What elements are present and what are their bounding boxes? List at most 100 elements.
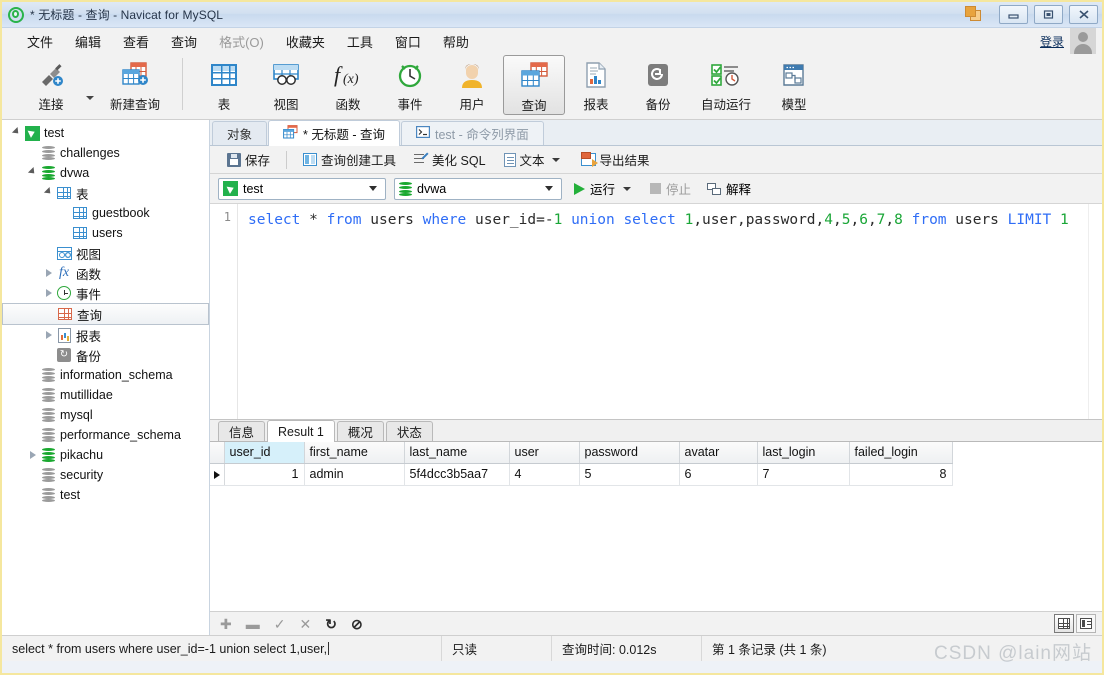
tree-item--[interactable]: 事件	[2, 283, 209, 303]
tree-item--[interactable]: ↻ 备份	[2, 345, 209, 365]
refresh-icon[interactable]: ↻	[325, 617, 337, 631]
tree-item-test[interactable]: test	[2, 123, 209, 143]
tree-item-users[interactable]: users	[2, 223, 209, 243]
chevron-down-icon[interactable]	[541, 186, 557, 191]
toolbar-query[interactable]: 查询	[503, 55, 565, 115]
menu-item-help[interactable]: 帮助	[432, 29, 480, 54]
cell-user[interactable]: 4	[509, 463, 580, 486]
database-select[interactable]: dvwa	[394, 177, 562, 200]
tree-item-challenges[interactable]: challenges	[2, 143, 209, 163]
toolbar-connection[interactable]: 连接	[20, 54, 82, 113]
tree-item--[interactable]: fx 函数	[2, 263, 209, 283]
beautify-sql-button[interactable]: 美化 SQL	[407, 147, 493, 172]
no-entry-icon[interactable]: ⊘	[351, 617, 363, 631]
tree-item-performance_schema[interactable]: performance_schema	[2, 425, 209, 445]
tree-expander-icon[interactable]	[10, 129, 23, 137]
tree-item-information_schema[interactable]: information_schema	[2, 365, 209, 385]
tree-expander-icon[interactable]	[42, 289, 55, 297]
run-button[interactable]: 运行	[570, 177, 638, 200]
toolbar-view[interactable]: 视图	[255, 54, 317, 113]
cell-failed_login[interactable]: 8	[849, 463, 953, 486]
sql-editor[interactable]: 1 select * from users where user_id=- 1 u…	[210, 204, 1102, 420]
navigation-tree[interactable]: test challenges dvwa 表 guestbook users 视图 fx 函数事…	[2, 120, 210, 635]
tree-item-mysql[interactable]: mysql	[2, 405, 209, 425]
column-header-user[interactable]: user	[509, 442, 580, 464]
export-result-button[interactable]: 导出结果	[574, 147, 657, 172]
toolbar-function[interactable]: f (x) 函数	[317, 54, 379, 113]
cell-last_name[interactable]: 5f4dcc3b5aa7	[404, 463, 510, 486]
toolbar-event[interactable]: 事件	[379, 54, 441, 113]
tree-item--[interactable]: 表	[2, 183, 209, 203]
menu-item-window[interactable]: 窗口	[384, 29, 432, 54]
result-grid[interactable]: user_id first_name last_name user password av…	[210, 442, 1102, 611]
menu-item-edit[interactable]: 编辑	[64, 29, 112, 54]
menu-item-view[interactable]: 查看	[112, 29, 160, 54]
toolbar-new-query[interactable]: 新建查询	[98, 54, 172, 113]
cell-first_name[interactable]: admin	[304, 463, 405, 486]
result-tab--[interactable]: 状态	[385, 421, 433, 441]
plus-icon[interactable]: ✚	[220, 617, 232, 631]
tree-item-pikachu[interactable]: pikachu	[2, 445, 209, 465]
toolbar-user[interactable]: 用户	[441, 54, 503, 113]
tree-item--[interactable]: 报表	[2, 325, 209, 345]
toolbar-model[interactable]: 模型	[763, 54, 825, 113]
tree-expander-icon[interactable]	[26, 451, 39, 459]
tree-expander-icon[interactable]	[42, 269, 55, 277]
editor-scrollbar[interactable]	[1088, 204, 1102, 419]
query-builder-button[interactable]: 查询创建工具	[296, 147, 403, 172]
tree-item--[interactable]: 视图	[2, 243, 209, 263]
toolbar-automation[interactable]: 自动运行	[689, 54, 763, 113]
cell-last_login[interactable]: 7	[757, 463, 850, 486]
column-header-password[interactable]: password	[579, 442, 680, 464]
tab-command-line[interactable]: test - 命令列界面	[400, 121, 544, 145]
explain-button[interactable]: 解释	[703, 177, 755, 200]
connection-select[interactable]: test	[218, 177, 386, 200]
result-tab--[interactable]: 概况	[336, 421, 384, 441]
tree-item--[interactable]: 查询	[2, 303, 209, 325]
close-icon[interactable]	[1069, 4, 1098, 24]
result-tab-result-1[interactable]: Result 1	[267, 420, 335, 442]
login-link[interactable]: 登录	[1040, 33, 1064, 50]
tree-expander-icon[interactable]	[26, 169, 39, 177]
connection-dropdown-icon[interactable]	[86, 95, 94, 100]
chevron-down-icon[interactable]	[623, 186, 632, 191]
text-button[interactable]: 文本	[497, 147, 570, 172]
column-header-user_id[interactable]: user_id	[224, 442, 305, 464]
row-indicator-icon[interactable]	[210, 463, 225, 486]
maximize-icon[interactable]	[1034, 4, 1063, 24]
minimize-icon[interactable]	[999, 4, 1028, 24]
tree-expander-icon[interactable]	[42, 331, 55, 339]
toolbar-backup[interactable]: 备份	[627, 54, 689, 113]
tree-item-test[interactable]: test	[2, 485, 209, 505]
table-row[interactable]: 1 admin 5f4dcc3b5aa7 4 5 6 7 8	[210, 463, 953, 486]
cell-password[interactable]: 5	[579, 463, 680, 486]
cell-user_id[interactable]: 1	[224, 463, 305, 486]
toolbar-report[interactable]: 报表	[565, 54, 627, 113]
column-header-last_login[interactable]: last_login	[757, 442, 850, 464]
menu-item-query[interactable]: 查询	[160, 29, 208, 54]
menu-item-format[interactable]: 格式(O)	[208, 29, 275, 54]
menu-item-tools[interactable]: 工具	[336, 29, 384, 54]
tree-item-mutillidae[interactable]: mutillidae	[2, 385, 209, 405]
save-button[interactable]: 保存	[220, 147, 277, 172]
row-selector-header[interactable]	[210, 442, 225, 464]
user-avatar-icon[interactable]	[1070, 28, 1096, 54]
chevron-down-icon[interactable]	[365, 186, 381, 191]
tree-item-dvwa[interactable]: dvwa	[2, 163, 209, 183]
menu-item-file[interactable]: 文件	[16, 29, 64, 54]
sql-code-area[interactable]: select * from users where user_id=- 1 uni…	[238, 204, 1088, 419]
restore-window-icon[interactable]	[963, 4, 985, 24]
form-view-icon[interactable]	[1076, 614, 1096, 633]
grid-view-icon[interactable]	[1054, 614, 1074, 633]
tab-untitled-query[interactable]: * 无标题 - 查询	[268, 120, 400, 146]
column-header-last_name[interactable]: last_name	[404, 442, 510, 464]
menu-item-favorites[interactable]: 收藏夹	[275, 29, 336, 54]
tree-expander-icon[interactable]	[42, 189, 55, 197]
result-tab--[interactable]: 信息	[218, 421, 266, 441]
cell-avatar[interactable]: 6	[679, 463, 758, 486]
toolbar-table[interactable]: 表	[193, 54, 255, 113]
column-header-avatar[interactable]: avatar	[679, 442, 758, 464]
minus-icon[interactable]: ▬	[246, 617, 260, 631]
tree-item-security[interactable]: security	[2, 465, 209, 485]
chevron-down-icon[interactable]	[551, 157, 560, 162]
